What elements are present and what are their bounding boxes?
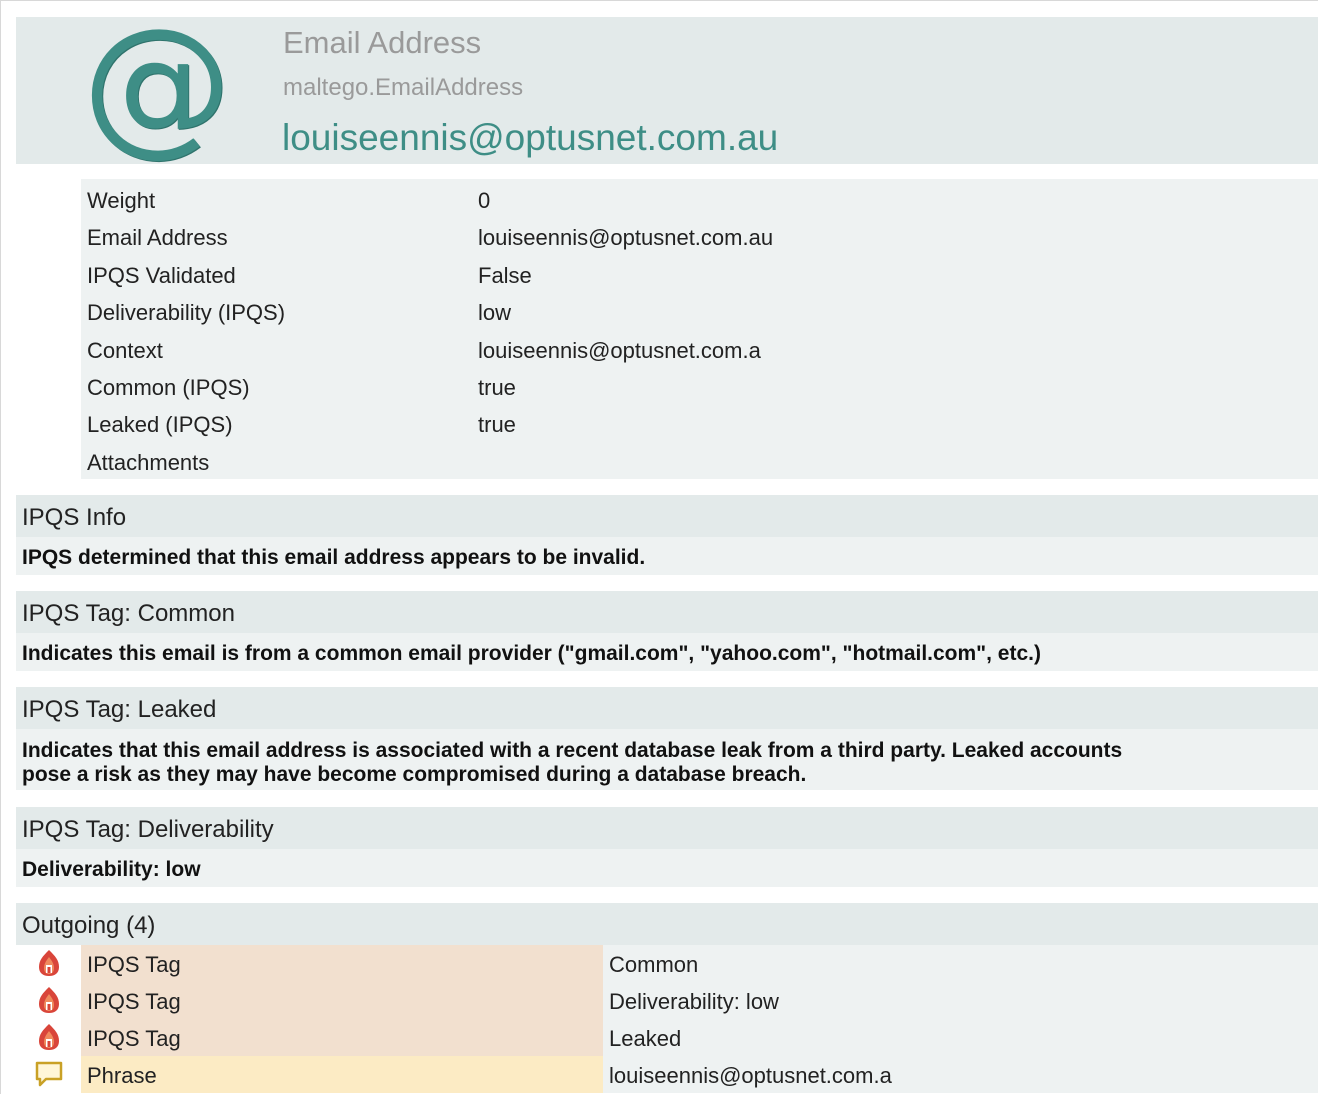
outgoing-link-row[interactable]: IPQS Tag Deliverability: low <box>16 982 1318 1019</box>
outgoing-entity-value: Deliverability: low <box>603 982 1318 1019</box>
property-key: Weight <box>87 188 156 213</box>
section-body-ipqs-tag-leaked: Indicates that this email address is ass… <box>16 729 1318 790</box>
property-key: IPQS Validated <box>87 263 236 288</box>
property-value: louiseennis@optusnet.com.au <box>478 225 774 250</box>
section-text: Indicates this email is from a common em… <box>22 642 1041 665</box>
outgoing-entity-value: Common <box>603 945 1318 982</box>
ipqs-tag-icon <box>39 950 59 976</box>
entity-type-id: maltego.EmailAddress <box>283 74 524 101</box>
property-row: Common (IPQS) true <box>81 370 1318 406</box>
section-header-ipqs-tag-common: IPQS Tag: Common <box>16 591 1318 633</box>
property-value: true <box>478 412 516 437</box>
section-title: IPQS Tag: Leaked <box>22 696 217 723</box>
section-body-ipqs-tag-deliverability: Deliverability: low <box>16 849 1318 887</box>
section-text-line: Indicates that this email address is ass… <box>22 739 1123 762</box>
ipqs-tag-icon <box>39 987 59 1013</box>
section-title: IPQS Tag: Deliverability <box>22 816 274 843</box>
property-row: Context louiseennis@optusnet.com.a <box>81 333 1318 369</box>
outgoing-entity-value: Leaked <box>603 1019 1318 1056</box>
outgoing-link-row[interactable]: IPQS Tag Leaked <box>16 1019 1318 1056</box>
outgoing-link-row[interactable]: Phrase louiseennis@optusnet.com.a <box>16 1056 1318 1093</box>
entity-value[interactable]: louiseennis@optusnet.com.au <box>282 117 778 159</box>
section-header-ipqs-info: IPQS Info <box>16 495 1318 537</box>
property-row: Leaked (IPQS) true <box>81 407 1318 443</box>
outgoing-entity-type: Phrase <box>81 1056 603 1093</box>
section-title: Outgoing (4) <box>22 912 156 939</box>
property-key: Context <box>87 338 163 363</box>
entity-detail-page: @ Email Address maltego.EmailAddress lou… <box>0 0 1318 1094</box>
property-key: Email Address <box>87 225 228 250</box>
properties-table: Weight 0 Email Address louiseennis@optus… <box>81 179 1318 479</box>
section-text: IPQS determined that this email address … <box>22 546 646 569</box>
outgoing-entity-type: IPQS Tag <box>81 945 603 982</box>
property-row: Attachments <box>81 445 1318 481</box>
entity-type-display-name: Email Address <box>283 25 482 60</box>
property-key: Deliverability (IPQS) <box>87 300 286 325</box>
phrase-speech-bubble-icon <box>35 1061 63 1087</box>
entity-header: @ Email Address maltego.EmailAddress lou… <box>16 9 1318 164</box>
section-header-outgoing: Outgoing (4) <box>16 903 1318 945</box>
ipqs-tag-icon <box>39 1024 59 1050</box>
property-row: Deliverability (IPQS) low <box>81 295 1318 331</box>
property-row: IPQS Validated False <box>81 258 1318 294</box>
property-row: Weight 0 <box>81 183 1318 219</box>
property-row: Email Address louiseennis@optusnet.com.a… <box>81 220 1318 256</box>
property-key: Leaked (IPQS) <box>87 412 233 437</box>
property-key: Common (IPQS) <box>87 375 250 400</box>
property-value: low <box>478 300 512 325</box>
section-body-ipqs-info: IPQS determined that this email address … <box>16 537 1318 575</box>
property-value: 0 <box>478 188 491 213</box>
section-body-ipqs-tag-common: Indicates this email is from a common em… <box>16 633 1318 671</box>
outgoing-entity-type: IPQS Tag <box>81 982 603 1019</box>
property-value: true <box>478 375 516 400</box>
property-value: False <box>478 263 532 288</box>
section-header-ipqs-tag-deliverability: IPQS Tag: Deliverability <box>16 807 1318 849</box>
section-title: IPQS Tag: Common <box>22 600 235 627</box>
section-text-line: pose a risk as they may have become comp… <box>22 763 807 786</box>
property-key: Attachments <box>87 450 210 475</box>
at-sign-icon: @ <box>82 0 232 171</box>
outgoing-link-row[interactable]: IPQS Tag Common <box>16 945 1318 982</box>
section-header-ipqs-tag-leaked: IPQS Tag: Leaked <box>16 687 1318 729</box>
outgoing-entity-value: louiseennis@optusnet.com.a <box>603 1056 1318 1093</box>
section-text: Deliverability: low <box>22 858 201 881</box>
property-value: louiseennis@optusnet.com.a <box>478 338 761 363</box>
section-title: IPQS Info <box>22 504 127 531</box>
outgoing-entity-type: IPQS Tag <box>81 1019 603 1056</box>
